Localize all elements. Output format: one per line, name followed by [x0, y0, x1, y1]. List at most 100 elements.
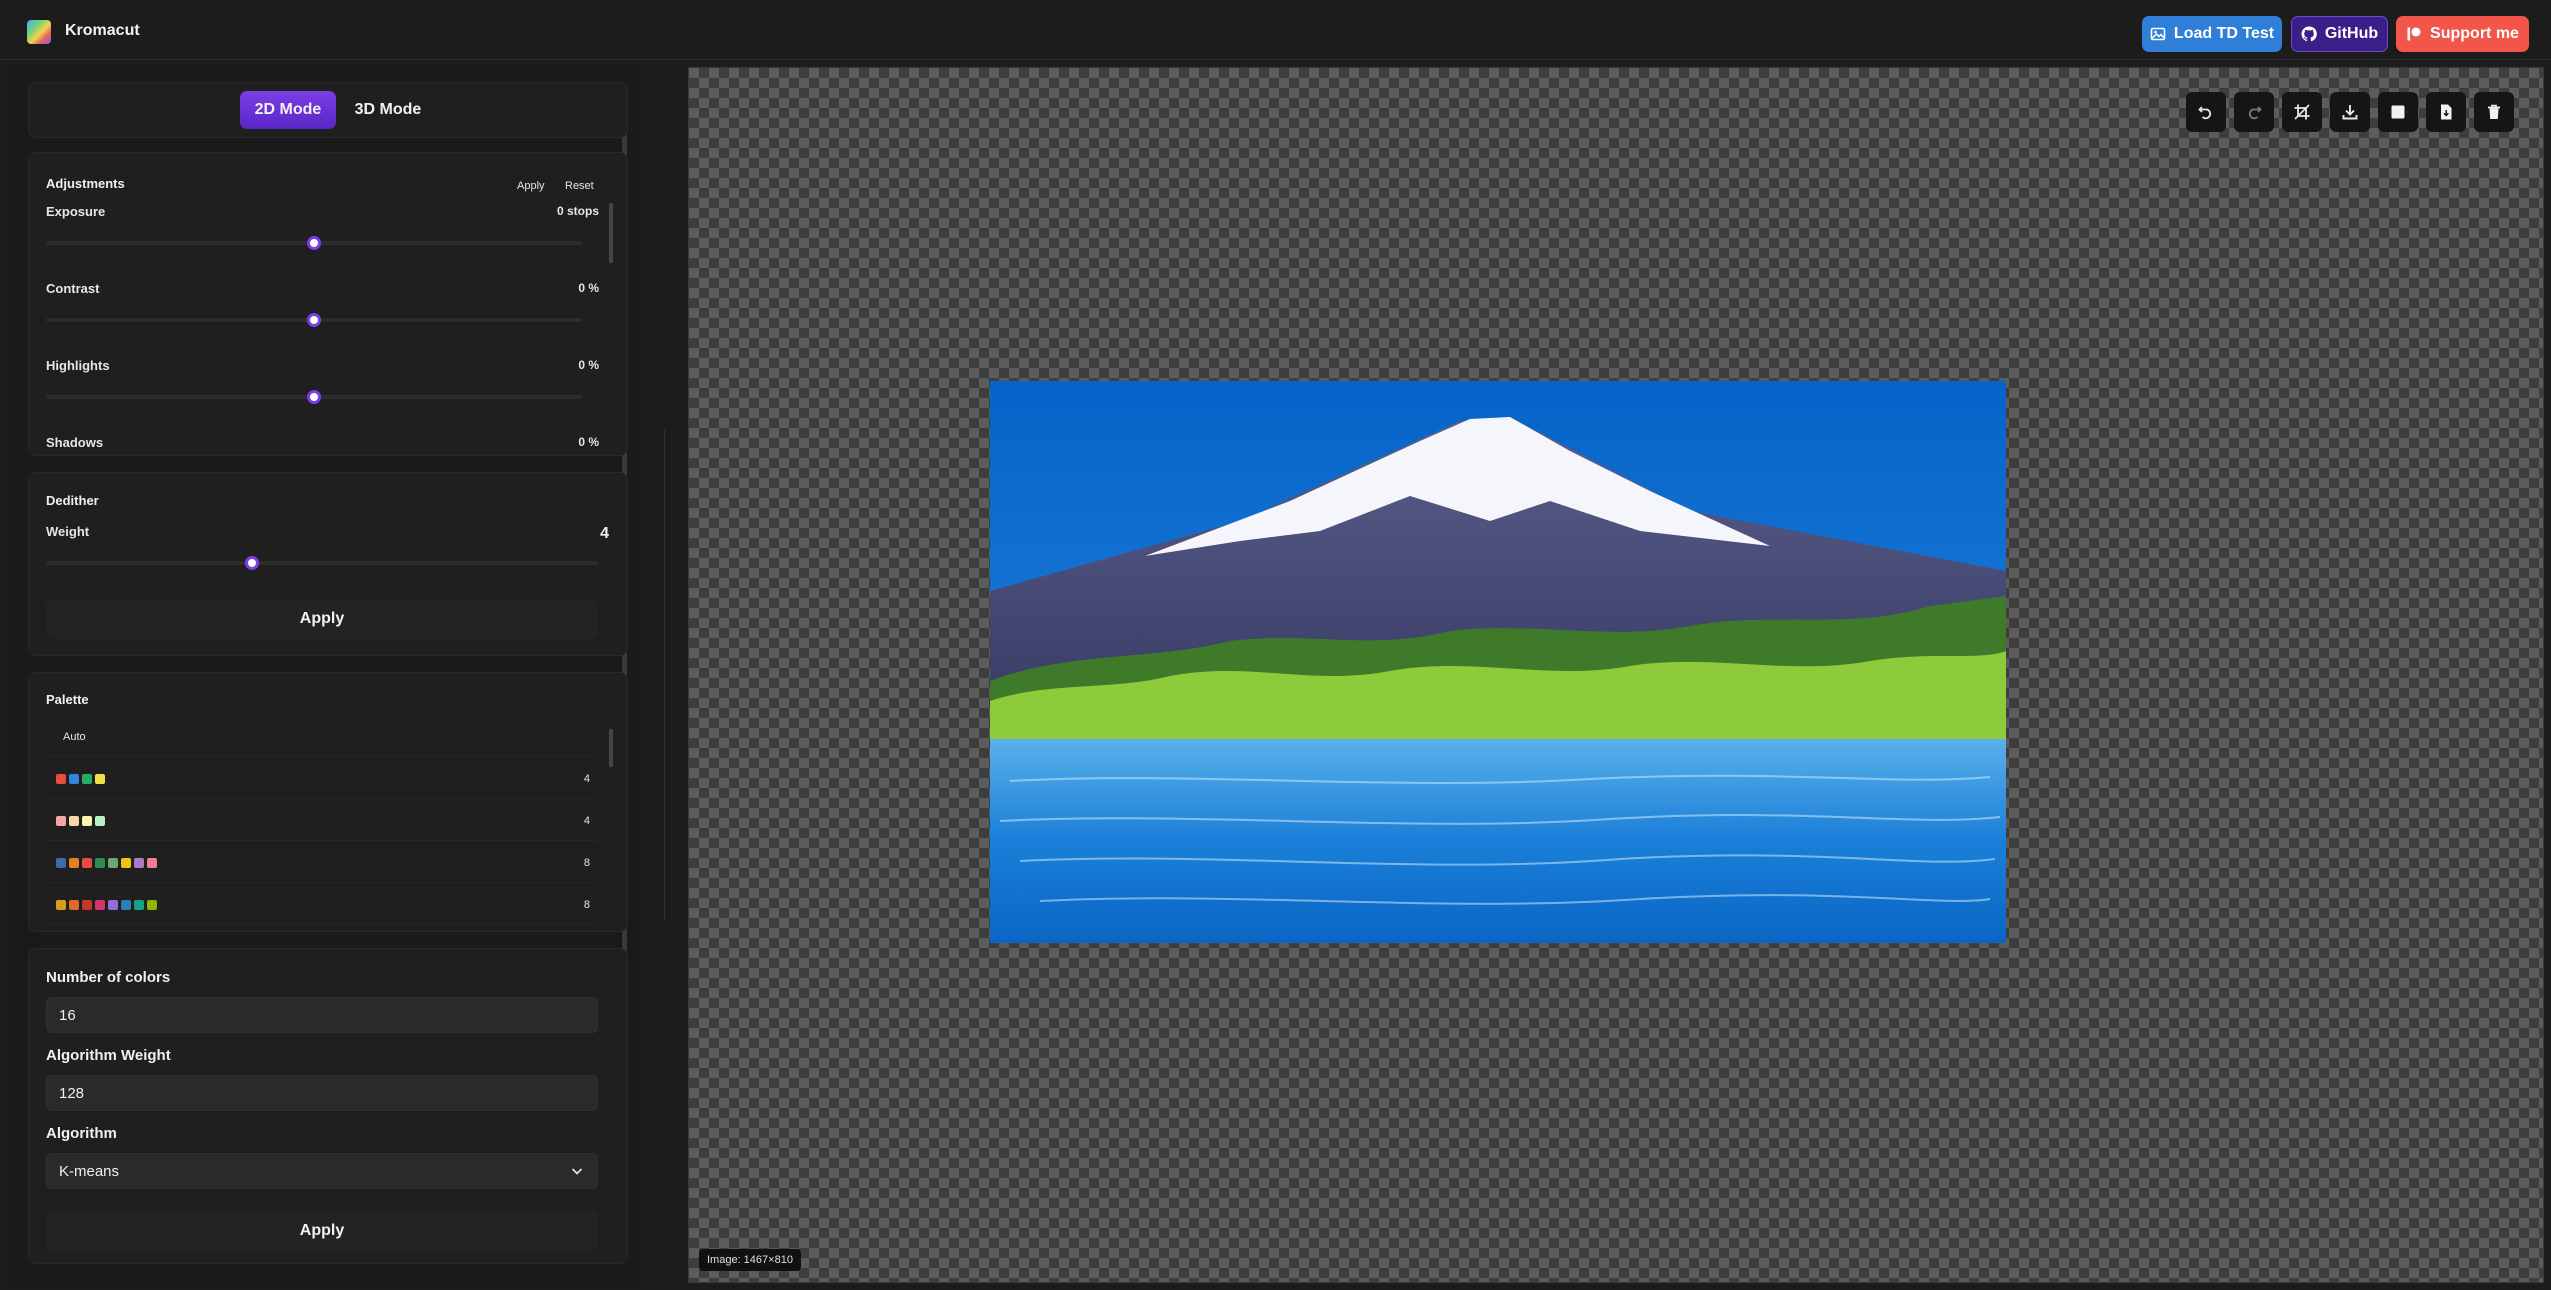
mode-switcher: 2D Mode 3D Mode	[28, 82, 628, 138]
swatch	[56, 815, 66, 826]
swatch	[134, 899, 144, 910]
swatch	[56, 857, 66, 868]
download-button[interactable]	[2330, 92, 2370, 132]
swatch	[95, 773, 105, 784]
num-colors-label: Number of colors	[46, 969, 171, 986]
swatch	[82, 857, 92, 868]
quantize-apply-button[interactable]: Apply	[46, 1211, 598, 1251]
crop-button[interactable]	[2282, 92, 2322, 132]
algorithm-select-value: K-means	[59, 1162, 120, 1180]
fill-button[interactable]	[2378, 92, 2418, 132]
algorithm-label: Algorithm	[46, 1125, 117, 1142]
app-title: Kromacut	[65, 22, 140, 39]
highlights-label: Highlights	[46, 358, 110, 373]
swatch	[147, 857, 157, 868]
image-icon	[2150, 27, 2166, 41]
swatch	[56, 899, 66, 910]
swatch	[95, 815, 105, 826]
palette-panel: Palette Auto 4 4 8 8	[28, 672, 628, 932]
download-icon	[2342, 105, 2358, 120]
export-file-button[interactable]	[2426, 92, 2466, 132]
dedither-weight-slider-handle[interactable]	[245, 556, 259, 570]
swatch	[108, 857, 118, 868]
file-icon	[2441, 104, 2452, 120]
mountain-lake-image	[990, 381, 2006, 943]
swatch	[121, 857, 131, 868]
load-td-test-button[interactable]: Load TD Test	[2142, 16, 2282, 52]
adjustments-panel: Adjustments Apply Reset Exposure 0 stops…	[28, 152, 628, 456]
palette-count: 4	[583, 814, 590, 827]
palette-swatches	[56, 773, 108, 784]
app-header: Kromacut Load TD Test GitHub Support me	[0, 0, 2551, 60]
swatch	[134, 857, 144, 868]
algorithm-select[interactable]: K-means	[46, 1153, 598, 1189]
adjustments-title: Adjustments	[46, 176, 125, 191]
palette-option[interactable]: 8	[46, 885, 598, 925]
shadows-label: Shadows	[46, 435, 104, 450]
swatch	[69, 899, 79, 910]
swatch	[82, 815, 92, 826]
algorithm-weight-input[interactable]: 128	[46, 1075, 598, 1111]
palette-option[interactable]: 4	[46, 759, 598, 799]
undo-button[interactable]	[2186, 92, 2226, 132]
palette-option-auto[interactable]: Auto	[46, 717, 598, 757]
redo-button[interactable]	[2234, 92, 2274, 132]
palette-count: 8	[583, 856, 590, 869]
palette-option[interactable]: 4	[46, 801, 598, 841]
redo-icon	[2249, 106, 2262, 120]
github-icon	[2301, 26, 2317, 42]
adjustments-reset-button[interactable]: Reset	[565, 180, 594, 192]
swatch	[108, 899, 118, 910]
shadows-value: 0 %	[578, 435, 599, 449]
highlights-slider-handle[interactable]	[307, 390, 321, 404]
contrast-label: Contrast	[46, 281, 100, 296]
adjustments-apply-button[interactable]: Apply	[517, 180, 545, 192]
palette-swatches	[56, 815, 108, 826]
load-td-test-label: Load TD Test	[2173, 25, 2275, 42]
palette-swatches	[56, 899, 160, 910]
palette-option[interactable]: 8	[46, 843, 598, 883]
palette-count: 8	[583, 898, 590, 911]
canvas-image	[990, 381, 2006, 943]
chevron-down-icon	[571, 1168, 583, 1175]
dedither-weight-slider[interactable]	[46, 561, 598, 565]
contrast-slider-handle[interactable]	[307, 313, 321, 327]
app-logo-icon	[27, 20, 51, 44]
swatch	[69, 773, 79, 784]
panel-resize-handle[interactable]	[664, 430, 665, 920]
swatch	[95, 857, 105, 868]
dedither-apply-button[interactable]: Apply	[46, 599, 598, 639]
adjustments-scrollbar[interactable]	[609, 203, 613, 263]
algorithm-weight-label: Algorithm Weight	[46, 1047, 171, 1064]
palette-auto-label: Auto	[63, 730, 86, 743]
swatch	[95, 899, 105, 910]
support-me-button[interactable]: Support me	[2396, 16, 2529, 52]
swatch	[147, 899, 157, 910]
palette-swatches	[56, 857, 160, 868]
swatch	[69, 815, 79, 826]
contrast-value: 0 %	[578, 281, 599, 295]
dedither-panel: Dedither Weight 4 Apply	[28, 472, 628, 656]
exposure-label: Exposure	[46, 204, 106, 219]
github-button[interactable]: GitHub	[2291, 16, 2388, 52]
image-info-badge: Image: 1467×810	[699, 1249, 801, 1271]
mode-3d-button[interactable]: 3D Mode	[348, 91, 428, 129]
delete-button[interactable]	[2474, 92, 2514, 132]
patreon-icon	[2407, 27, 2421, 41]
highlights-value: 0 %	[578, 358, 599, 372]
palette-scrollbar[interactable]	[609, 729, 613, 767]
crop-icon	[2294, 104, 2310, 120]
dedither-weight-label: Weight	[46, 524, 90, 539]
swatch	[82, 773, 92, 784]
exposure-slider-handle[interactable]	[307, 236, 321, 250]
num-colors-input[interactable]: 16	[46, 997, 598, 1033]
swatch	[69, 857, 79, 868]
github-label: GitHub	[2324, 25, 2379, 42]
mode-2d-button[interactable]: 2D Mode	[240, 91, 336, 129]
exposure-value: 0 stops	[556, 204, 599, 218]
palette-count: 4	[583, 772, 590, 785]
support-me-label: Support me	[2430, 25, 2519, 42]
palette-title: Palette	[46, 692, 89, 707]
trash-icon	[2488, 104, 2500, 119]
swatch	[82, 899, 92, 910]
